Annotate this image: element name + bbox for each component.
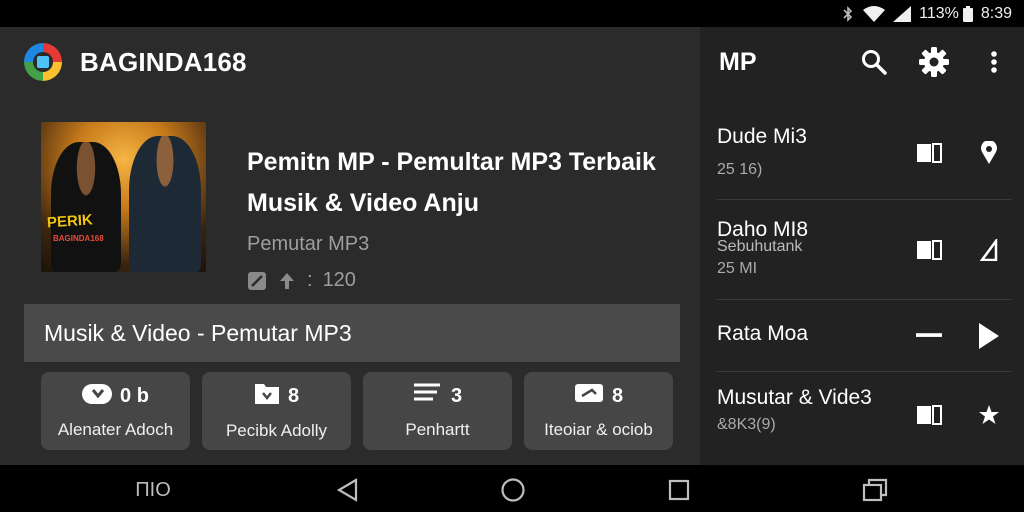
action-cards: 0 b Alenater Adoch 8 Pecibk Adolly 3 Pen… xyxy=(41,372,673,450)
nav-menu-button[interactable]: ΠΙΟ xyxy=(135,475,171,505)
action-card-2-value: 8 xyxy=(287,384,300,407)
track-title: Pemitn MP - Pemultar MP3 Terbaik Musik &… xyxy=(247,149,687,231)
play-icon[interactable] xyxy=(976,323,1002,349)
back-icon[interactable] xyxy=(332,475,362,505)
meta-value: 120 xyxy=(322,269,356,291)
playlist-icon xyxy=(413,382,443,410)
wifi-icon xyxy=(863,5,886,22)
action-card-3-label: Penhartt xyxy=(405,420,470,439)
app-window: BAGINDA168 PERIK BAGINDA168 Pemitn MP - … xyxy=(0,27,1024,465)
star-icon[interactable] xyxy=(976,402,1002,428)
playlist: Dude Mi3 25 16) Daho MI8 Sebuhutank 25 M… xyxy=(717,105,1012,457)
list-item-title: Dude Mi3 xyxy=(717,125,807,148)
playlist-pane: MP Dude Mi3 25 16) Daho MI8 Sebuhutank 2… xyxy=(700,27,1024,465)
upload-icon[interactable] xyxy=(277,271,297,291)
list-item[interactable]: Rata Moa xyxy=(717,300,1012,372)
album-art-subtext: BAGINDA168 xyxy=(53,234,104,243)
list-item[interactable]: Dude Mi3 25 16) xyxy=(717,105,1012,200)
list-item-subtitle: Sebuhutank xyxy=(717,238,803,255)
track-meta: : 120 xyxy=(247,269,356,292)
meta-separator: : xyxy=(307,269,313,291)
edit-pen-icon[interactable] xyxy=(976,237,1002,263)
list-item-meta: 25 MI xyxy=(717,260,758,277)
recents-icon[interactable] xyxy=(664,475,694,505)
playlist-header: MP xyxy=(700,27,1024,97)
action-card-3-value: 3 xyxy=(450,384,463,407)
headphones-icon xyxy=(82,382,113,410)
location-pin-icon[interactable] xyxy=(976,140,1002,166)
track-title-line1: Pemitn MP - Pemultar MP3 Terbaik xyxy=(247,148,656,176)
bluetooth-icon xyxy=(841,5,855,22)
action-card-3[interactable]: 3 Penhartt xyxy=(363,372,512,450)
app-header: BAGINDA168 xyxy=(0,27,700,97)
minus-icon[interactable] xyxy=(916,323,942,349)
track-artist: Pemutar MP3 xyxy=(247,233,370,255)
album-art-text: PERIK xyxy=(46,211,94,232)
action-card-4-value: 8 xyxy=(611,384,624,407)
action-card-4-label: Iteoiar & ociob xyxy=(544,420,653,439)
playlist-title: MP xyxy=(719,47,757,76)
edit-icon[interactable] xyxy=(247,271,267,291)
list-item-title: Musutar & Vide3 xyxy=(717,386,872,409)
clock: 8:39 xyxy=(980,4,1012,22)
action-card-1-label: Alenater Adoch xyxy=(57,420,174,439)
section-bar[interactable]: Musik & Video - Pemutar MP3 xyxy=(24,304,680,362)
list-item[interactable]: Daho MI8 Sebuhutank 25 MI xyxy=(717,200,1012,300)
section-label: Musik & Video - Pemutar MP3 xyxy=(44,319,352,346)
track-title-line2: Musik & Video Anju xyxy=(247,189,479,217)
search-icon[interactable] xyxy=(858,46,890,78)
action-card-2-label: Pecibk Adolly xyxy=(225,421,328,440)
battery-percent: 113% xyxy=(919,4,959,22)
folder-icon xyxy=(254,381,280,411)
list-item[interactable]: Musutar & Vide3 &8K3(9) xyxy=(717,372,1012,457)
system-nav-bar: ΠΙΟ xyxy=(0,465,1024,512)
status-bar: 113% 8:39 xyxy=(0,0,1024,27)
book-icon[interactable] xyxy=(916,402,942,428)
share-icon xyxy=(574,382,604,410)
app-logo-icon[interactable] xyxy=(24,43,62,81)
list-item-subtitle: 25 16) xyxy=(717,161,763,178)
list-item-title: Rata Moa xyxy=(717,322,809,345)
home-icon[interactable] xyxy=(498,475,528,505)
action-card-1[interactable]: 0 b Alenater Adoch xyxy=(41,372,190,450)
list-item-subtitle: &8K3(9) xyxy=(717,416,776,433)
battery-icon xyxy=(962,5,973,22)
nav-menu-label: ΠΙΟ xyxy=(135,478,171,501)
now-playing-pane: BAGINDA168 PERIK BAGINDA168 Pemitn MP - … xyxy=(0,27,700,465)
battery-status: 113% xyxy=(919,5,973,23)
book-icon[interactable] xyxy=(916,237,942,263)
action-card-2[interactable]: 8 Pecibk Adolly xyxy=(202,372,351,450)
multiwindow-icon[interactable] xyxy=(860,475,890,505)
action-card-1-value: 0 b xyxy=(120,384,149,407)
app-title: BAGINDA168 xyxy=(80,46,247,77)
signal-icon xyxy=(893,5,912,22)
album-art[interactable]: PERIK BAGINDA168 xyxy=(41,122,206,272)
book-icon[interactable] xyxy=(916,140,942,166)
gear-icon[interactable] xyxy=(918,46,950,78)
more-vert-icon[interactable] xyxy=(978,46,1010,78)
action-card-4[interactable]: 8 Iteoiar & ociob xyxy=(524,372,673,450)
